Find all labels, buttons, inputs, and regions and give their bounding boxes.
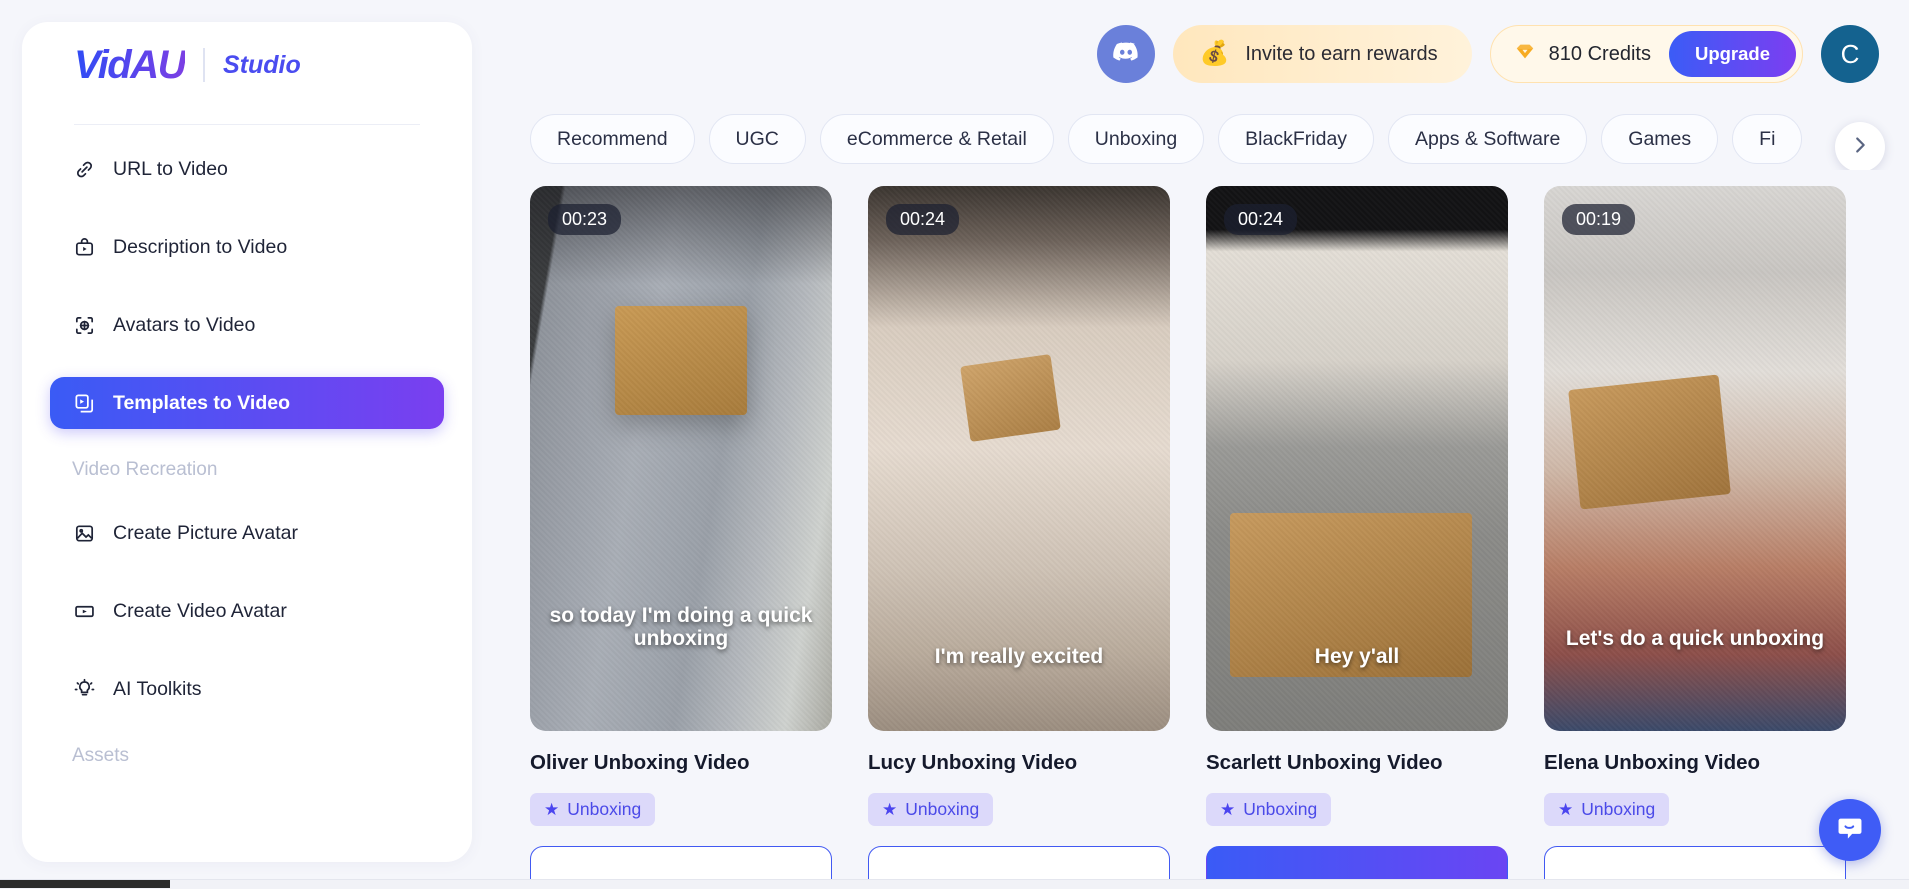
sidebar-item-label: Avatars to Video: [113, 313, 256, 336]
sidebar-item-label: URL to Video: [113, 157, 228, 180]
sidebar: VidAU Studio URL to Video Description to…: [22, 22, 472, 862]
chat-support-button[interactable]: [1819, 799, 1881, 861]
category-next-button[interactable]: [1835, 122, 1885, 170]
video-caption: Hey y'all: [1314, 645, 1400, 669]
template-card: 00:24 I'm really excited Lucy Unboxing V…: [868, 186, 1170, 889]
duration-badge: 00:24: [886, 204, 960, 235]
image-icon: [72, 521, 96, 545]
sidebar-item-url-to-video[interactable]: URL to Video: [50, 143, 444, 195]
invite-to-earn-rewards-button[interactable]: 💰 Invite to earn rewards: [1173, 25, 1472, 83]
sidebar-item-label: Create Video Avatar: [113, 599, 287, 622]
gem-icon: [1513, 41, 1537, 67]
templates-icon: [72, 391, 96, 415]
sidebar-item-description-to-video[interactable]: Description to Video: [50, 221, 444, 273]
sidebar-group-video-recreation: Video Recreation: [72, 459, 218, 480]
tag-label: Unboxing: [1243, 799, 1318, 819]
sidebar-item-ai-toolkits[interactable]: AI Toolkits: [50, 663, 444, 715]
credits-pill: 810 Credits Upgrade: [1489, 25, 1803, 83]
sidebar-item-create-video-avatar[interactable]: Create Video Avatar: [50, 585, 444, 637]
template-card: 00:23 so today I'm doing a quick unboxin…: [530, 186, 832, 889]
chevron-right-icon: [1849, 134, 1871, 161]
video-caption: so today I'm doing a quick unboxing: [549, 603, 813, 651]
duration-badge: 00:23: [548, 204, 622, 235]
description-video-icon: [72, 235, 96, 259]
category-chip-recommend[interactable]: Recommend: [530, 114, 695, 164]
star-icon: ★: [544, 799, 560, 819]
star-icon: ★: [1220, 799, 1236, 819]
template-thumbnail[interactable]: 00:19 Let's do a quick unboxing: [1544, 186, 1846, 731]
template-title: Elena Unboxing Video: [1544, 751, 1761, 774]
discord-button[interactable]: [1097, 25, 1156, 83]
link-icon: [72, 157, 96, 181]
template-tag[interactable]: ★ Unboxing: [1206, 793, 1332, 826]
template-grid: 00:23 so today I'm doing a quick unboxin…: [530, 186, 1909, 889]
brand-divider: [203, 48, 206, 82]
sidebar-nav: URL to Video Description to Video Avatar…: [22, 125, 472, 767]
video-caption: Let's do a quick unboxing: [1565, 627, 1825, 651]
template-tag[interactable]: ★ Unboxing: [1544, 793, 1670, 826]
star-icon: ★: [882, 799, 898, 819]
sidebar-item-label: Templates to Video: [113, 391, 290, 414]
template-tag[interactable]: ★ Unboxing: [530, 793, 656, 826]
chat-bubble-icon: [1834, 812, 1866, 849]
duration-badge: 00:24: [1224, 204, 1298, 235]
video-icon: [72, 599, 96, 623]
lightbulb-icon: [72, 677, 96, 701]
tag-label: Unboxing: [1581, 799, 1656, 819]
brand-header: VidAU Studio: [22, 22, 472, 108]
category-chip-ugc[interactable]: UGC: [708, 114, 806, 164]
sidebar-item-label: AI Toolkits: [113, 677, 202, 700]
category-chip-ecommerce-retail[interactable]: eCommerce & Retail: [819, 114, 1054, 164]
sidebar-item-create-picture-avatar[interactable]: Create Picture Avatar: [50, 507, 444, 559]
category-chip-fi[interactable]: Fi: [1732, 114, 1803, 164]
star-icon: ★: [1558, 799, 1574, 819]
duration-badge: 00:19: [1562, 204, 1636, 235]
template-thumbnail[interactable]: 00:24 I'm really excited: [868, 186, 1170, 731]
coins-icon: 💰: [1199, 40, 1230, 67]
sidebar-item-avatars-to-video[interactable]: Avatars to Video: [50, 299, 444, 351]
sidebar-item-label: Create Picture Avatar: [113, 521, 298, 544]
sidebar-item-templates-to-video[interactable]: Templates to Video: [50, 377, 444, 429]
vidau-logo: VidAU: [74, 42, 187, 87]
template-card: 00:24 Hey y'all Scarlett Unboxing Video …: [1206, 186, 1508, 889]
invite-label: Invite to earn rewards: [1245, 42, 1438, 65]
brand-subtitle: Studio: [223, 50, 301, 79]
template-tag[interactable]: ★ Unboxing: [868, 793, 994, 826]
horizontal-scrollbar-track[interactable]: [0, 879, 1909, 889]
credits-label: 810 Credits: [1548, 42, 1651, 65]
category-chip-games[interactable]: Games: [1601, 114, 1719, 164]
template-card: 00:19 Let's do a quick unboxing Elena Un…: [1544, 186, 1846, 889]
template-thumbnail[interactable]: 00:23 so today I'm doing a quick unboxin…: [530, 186, 832, 731]
tag-label: Unboxing: [905, 799, 980, 819]
sidebar-group-assets: Assets: [72, 745, 130, 766]
template-title: Oliver Unboxing Video: [530, 751, 750, 774]
template-thumbnail[interactable]: 00:24 Hey y'all: [1206, 186, 1508, 731]
template-title: Scarlett Unboxing Video: [1206, 751, 1443, 774]
avatar[interactable]: C: [1821, 25, 1879, 83]
video-caption: I'm really excited: [934, 645, 1104, 669]
category-chip-unboxing[interactable]: Unboxing: [1067, 114, 1205, 164]
avatar-target-icon: [72, 313, 96, 337]
category-chip-apps-software[interactable]: Apps & Software: [1388, 114, 1588, 164]
template-title: Lucy Unboxing Video: [868, 751, 1078, 774]
sidebar-item-label: Description to Video: [113, 235, 288, 258]
horizontal-scrollbar-thumb[interactable]: [0, 880, 170, 888]
top-header: 💰 Invite to earn rewards 810 Credits Upg…: [490, 0, 1909, 108]
category-chip-blackfriday[interactable]: BlackFriday: [1218, 114, 1375, 164]
tag-label: Unboxing: [567, 799, 642, 819]
upgrade-button[interactable]: Upgrade: [1668, 31, 1796, 77]
category-filter-row[interactable]: Recommend UGC eCommerce & Retail Unboxin…: [530, 108, 1909, 170]
discord-icon: [1111, 37, 1141, 72]
